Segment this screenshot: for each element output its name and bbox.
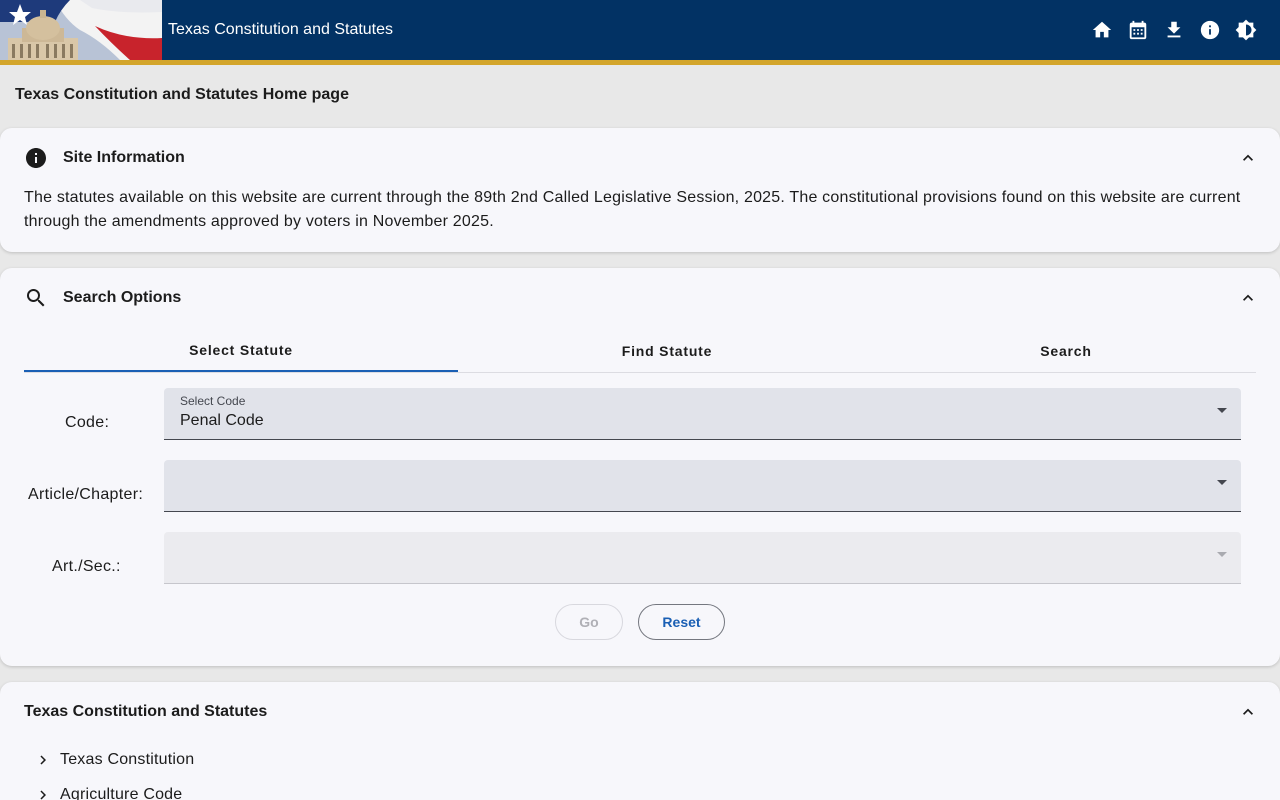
app-header: Texas Constitution and Statutes bbox=[0, 0, 1280, 60]
download-icon bbox=[1167, 21, 1181, 38]
go-button: Go bbox=[555, 604, 623, 640]
dropdown-arrow-icon bbox=[1217, 552, 1227, 557]
chevron-right-icon[interactable] bbox=[34, 751, 52, 769]
tree-item-texas-constitution[interactable]: Texas Constitution bbox=[34, 748, 194, 772]
article-chapter-select[interactable] bbox=[164, 460, 1241, 512]
app-title[interactable]: Texas Constitution and Statutes bbox=[168, 0, 393, 60]
home-icon bbox=[1092, 21, 1112, 38]
site-information-text: The statutes available on this website a… bbox=[24, 189, 1241, 230]
chevron-up-icon bbox=[1243, 294, 1253, 301]
info-icon bbox=[24, 146, 48, 170]
dropdown-arrow-icon bbox=[1217, 480, 1227, 485]
reset-button[interactable]: Reset bbox=[638, 604, 725, 640]
code-select[interactable]: Select Code Penal Code bbox=[164, 388, 1241, 440]
search-tabs: Select Statute Find Statute Search bbox=[24, 330, 1256, 373]
collapse-search-options-button[interactable] bbox=[1236, 286, 1260, 310]
chevron-right-icon[interactable] bbox=[34, 786, 52, 800]
site-information-title: Site Information bbox=[63, 149, 185, 166]
collapse-constitution-statutes-button[interactable] bbox=[1236, 700, 1260, 724]
tree-item-agriculture-code[interactable]: Agriculture Code bbox=[34, 783, 182, 800]
tree-item-label: Agriculture Code bbox=[60, 786, 183, 800]
code-select-value: Penal Code bbox=[180, 412, 264, 429]
texas-capitol-flag-logo bbox=[0, 0, 162, 60]
constitution-statutes-header[interactable]: Texas Constitution and Statutes bbox=[24, 700, 1260, 724]
art-sec-label: Art./Sec.: bbox=[52, 558, 121, 575]
tree-item-label: Texas Constitution bbox=[60, 751, 195, 768]
search-options-header[interactable]: Search Options bbox=[24, 286, 1260, 310]
site-information-header[interactable]: Site Information bbox=[24, 146, 1260, 170]
tab-find-statute[interactable]: Find Statute bbox=[458, 330, 876, 372]
header-accent-stripe bbox=[0, 60, 1280, 65]
page-title: Texas Constitution and Statutes Home pag… bbox=[15, 86, 349, 103]
download-button[interactable] bbox=[1162, 18, 1186, 42]
chevron-up-icon bbox=[1243, 154, 1253, 161]
tab-select-statute[interactable]: Select Statute bbox=[24, 330, 458, 372]
search-icon bbox=[24, 286, 48, 310]
theme-toggle-button[interactable] bbox=[1234, 18, 1258, 42]
art-sec-select bbox=[164, 532, 1241, 584]
calendar-button[interactable] bbox=[1126, 18, 1150, 42]
dropdown-arrow-icon bbox=[1217, 408, 1227, 413]
tab-search[interactable]: Search bbox=[876, 330, 1256, 372]
search-options-title: Search Options bbox=[63, 289, 182, 306]
collapse-site-information-button[interactable] bbox=[1236, 146, 1260, 170]
code-label: Code: bbox=[65, 414, 110, 431]
info-button[interactable] bbox=[1198, 18, 1222, 42]
chevron-up-icon bbox=[1243, 708, 1253, 715]
constitution-statutes-title: Texas Constitution and Statutes bbox=[24, 703, 268, 720]
calendar-icon bbox=[1129, 20, 1147, 40]
home-button[interactable] bbox=[1090, 18, 1114, 42]
article-chapter-label: Article/Chapter: bbox=[28, 486, 144, 503]
code-select-floating-label: Select Code bbox=[180, 394, 246, 408]
info-icon bbox=[1200, 20, 1220, 40]
header-actions bbox=[1090, 12, 1258, 48]
brightness-icon bbox=[1235, 19, 1257, 41]
